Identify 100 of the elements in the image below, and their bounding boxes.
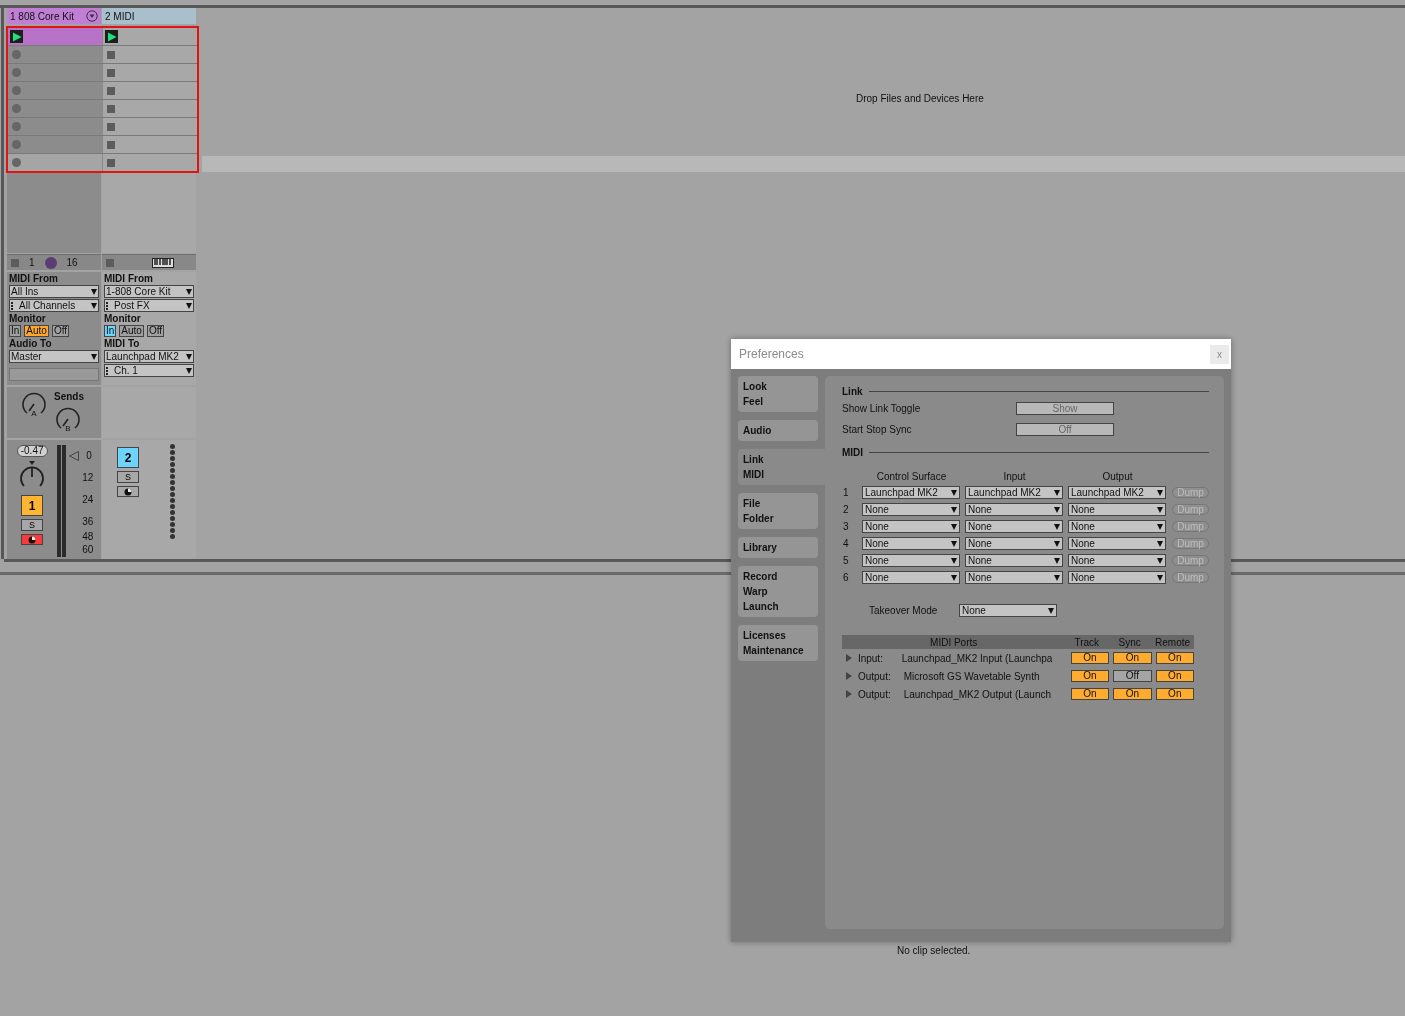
clip-slot[interactable] xyxy=(8,154,102,171)
row-number: 3 xyxy=(842,521,850,532)
input-dropdown[interactable]: None xyxy=(965,520,1063,533)
port-toggle[interactable]: On xyxy=(1070,688,1110,700)
record-dot-icon[interactable] xyxy=(12,122,21,131)
port-toggle[interactable]: On xyxy=(1070,670,1110,682)
expand-icon[interactable] xyxy=(846,672,852,680)
column-header: Output xyxy=(1101,471,1134,482)
row-number: 4 xyxy=(842,538,850,549)
port-toggle[interactable]: On xyxy=(1113,688,1152,700)
output-dropdown[interactable]: None xyxy=(1068,571,1166,584)
record-icon xyxy=(28,535,37,544)
output-channel-field[interactable] xyxy=(9,368,99,381)
preferences-tab[interactable]: File Folder xyxy=(738,493,818,529)
play-icon[interactable] xyxy=(105,30,118,43)
clip-slot[interactable] xyxy=(103,100,197,117)
expand-icon[interactable] xyxy=(846,654,852,662)
expand-icon[interactable] xyxy=(846,690,852,698)
monitor-button[interactable]: Off xyxy=(51,325,70,337)
input-dropdown[interactable]: 1-808 Core Kit xyxy=(104,285,194,298)
record-icon xyxy=(124,487,132,496)
preferences-tab[interactable]: Record Warp Launch xyxy=(738,566,818,617)
clip-slot[interactable] xyxy=(103,82,197,99)
output-dropdown[interactable]: Launchpad MK2 xyxy=(1068,486,1166,499)
control-surface-dropdown[interactable]: None xyxy=(862,554,960,567)
track-activator-button[interactable]: 2 xyxy=(117,447,139,468)
clip-slot[interactable] xyxy=(103,28,197,45)
monitor-button[interactable]: In xyxy=(104,325,117,337)
solo-button[interactable]: S xyxy=(117,471,139,483)
control-surface-dropdown[interactable]: None xyxy=(862,537,960,550)
monitor-button[interactable]: Auto xyxy=(24,325,49,337)
track-header[interactable]: 2 MIDI xyxy=(102,8,196,24)
track-header[interactable]: 1 808 Core Kit xyxy=(7,8,101,24)
input-dropdown[interactable]: Launchpad MK2 xyxy=(965,486,1063,499)
port-toggle[interactable]: On xyxy=(1155,688,1194,700)
column-header: Track xyxy=(1073,636,1101,648)
record-dot-icon[interactable] xyxy=(12,86,21,95)
output-dropdown[interactable]: Master xyxy=(9,350,99,363)
control-surface-dropdown[interactable]: None xyxy=(862,503,960,516)
column-header: Input xyxy=(1002,471,1027,482)
fold-icon[interactable] xyxy=(86,10,98,22)
meter-scale-label: 60 xyxy=(82,545,94,555)
arm-button[interactable] xyxy=(117,486,139,497)
preferences-tab[interactable]: Link MIDI xyxy=(738,449,825,485)
preferences-tab[interactable]: Audio xyxy=(738,420,818,441)
record-dot-icon[interactable] xyxy=(12,140,21,149)
send-knob[interactable]: B xyxy=(54,405,82,441)
monitor-button[interactable]: In xyxy=(9,325,22,337)
solo-button[interactable]: S xyxy=(21,519,44,531)
clip-slot[interactable] xyxy=(8,28,102,45)
monitor-label: Monitor xyxy=(104,313,142,324)
output-channel-dropdown[interactable]: Ch. 1 xyxy=(104,364,194,377)
track-activator-button[interactable]: 1 xyxy=(21,495,44,516)
output-dropdown[interactable]: None xyxy=(1068,503,1166,516)
channel-dropdown[interactable]: Post FX xyxy=(104,299,194,312)
record-dot-icon[interactable] xyxy=(12,158,21,167)
output-dropdown[interactable]: None xyxy=(1068,537,1166,550)
record-dot-icon[interactable] xyxy=(12,50,21,59)
output-dropdown[interactable]: None xyxy=(1068,520,1166,533)
port-toggle[interactable]: Off xyxy=(1113,670,1152,682)
clip-slot[interactable] xyxy=(103,136,197,153)
port-toggle[interactable]: On xyxy=(1155,670,1194,682)
port-toggle[interactable]: On xyxy=(1070,652,1110,664)
port-toggle[interactable]: On xyxy=(1113,652,1152,664)
input-dropdown[interactable]: None xyxy=(965,537,1063,550)
piano-icon[interactable] xyxy=(152,257,174,268)
volume-fader-icon[interactable] xyxy=(69,451,80,461)
range-high: 16 xyxy=(66,257,78,268)
arm-button[interactable] xyxy=(21,534,44,545)
setting-label: Takeover Mode xyxy=(869,605,939,616)
output-dropdown[interactable]: Launchpad MK2 xyxy=(104,350,194,363)
record-dot-icon[interactable] xyxy=(12,68,21,77)
clip-slot[interactable] xyxy=(103,46,197,63)
input-dropdown[interactable]: None xyxy=(965,571,1063,584)
preferences-tab[interactable]: Look Feel xyxy=(738,376,818,412)
stop-icon[interactable] xyxy=(106,258,114,267)
clip-slot[interactable] xyxy=(103,64,197,81)
input-dropdown[interactable]: None xyxy=(965,554,1063,567)
knob-icon[interactable] xyxy=(44,256,57,269)
preferences-tab[interactable]: Licenses Maintenance xyxy=(738,625,818,661)
channel-dropdown[interactable]: All Channels xyxy=(9,299,99,312)
port-toggle[interactable]: On xyxy=(1155,652,1194,664)
control-surface-dropdown[interactable]: Launchpad MK2 xyxy=(862,486,960,499)
stop-icon[interactable] xyxy=(11,258,19,267)
input-dropdown[interactable]: All Ins xyxy=(9,285,99,298)
play-icon[interactable] xyxy=(10,30,23,43)
takeover-dropdown[interactable]: None xyxy=(959,604,1057,617)
control-surface-dropdown[interactable]: None xyxy=(862,571,960,584)
monitor-button[interactable]: Auto xyxy=(119,325,144,337)
clip-slot[interactable] xyxy=(103,154,197,171)
monitor-button[interactable]: Off xyxy=(146,325,165,337)
clip-slot[interactable] xyxy=(103,118,197,135)
record-dot-icon[interactable] xyxy=(12,104,21,113)
preferences-tab[interactable]: Library xyxy=(738,537,818,558)
send-knob[interactable]: A xyxy=(20,390,48,426)
control-surface-dropdown[interactable]: None xyxy=(862,520,960,533)
meter-scale-label: 0 xyxy=(86,451,92,461)
input-dropdown[interactable]: None xyxy=(965,503,1063,516)
volume-readout[interactable]: -0.47 xyxy=(16,445,48,457)
output-dropdown[interactable]: None xyxy=(1068,554,1166,567)
